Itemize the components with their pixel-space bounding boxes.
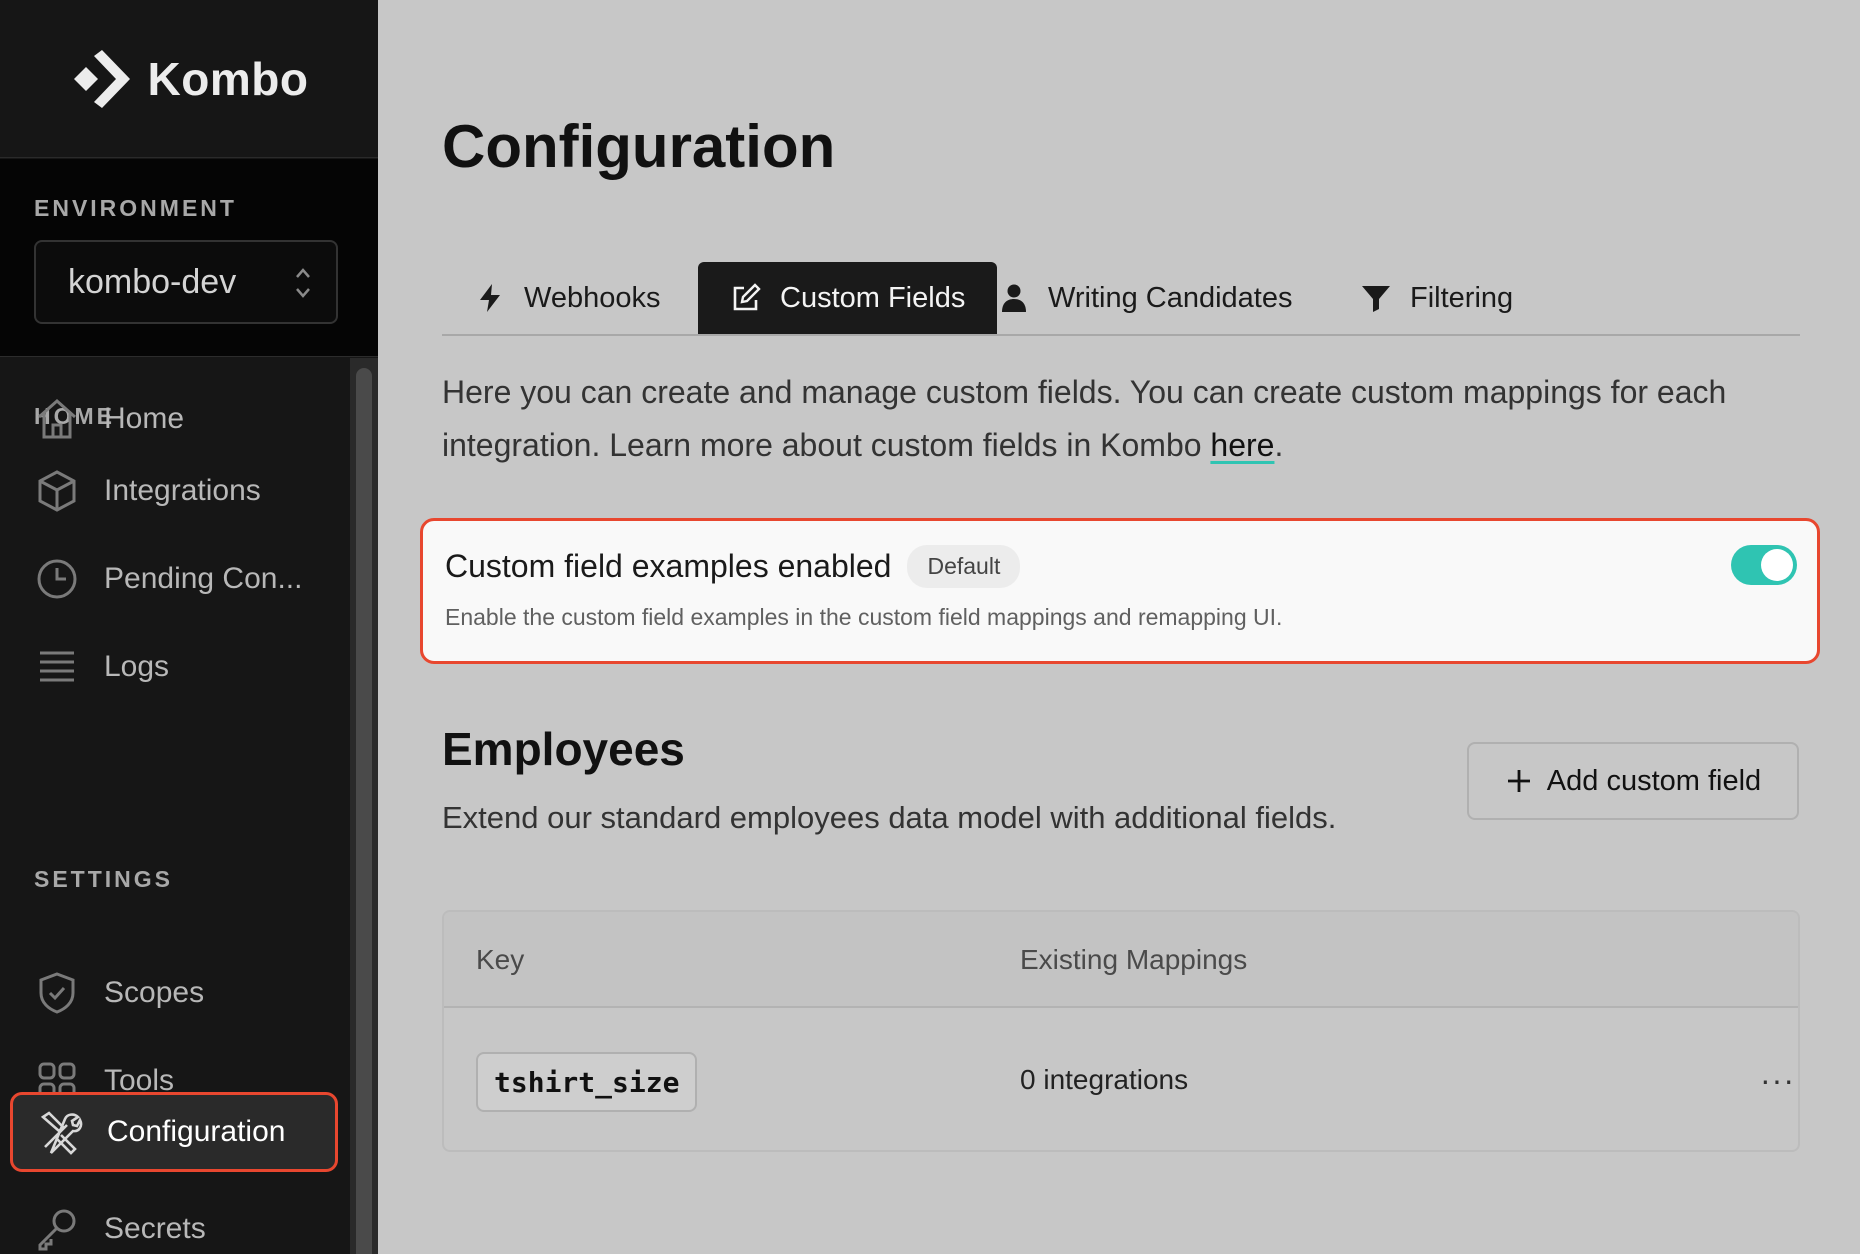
kombo-logo-icon <box>73 49 130 108</box>
intro-end: . <box>1274 427 1284 463</box>
column-header-key: Key <box>476 944 525 975</box>
tab-bar: Webhooks Custom Fields Writing Candidate… <box>442 262 1800 336</box>
environment-value: kombo-dev <box>68 262 237 301</box>
sidebar-item-logs[interactable]: Logs <box>34 636 334 698</box>
sidebar-item-label: Scopes <box>104 976 205 1009</box>
tab-label: Filtering <box>1410 281 1514 314</box>
main-content: Configuration Webhooks Custom Fields Wri… <box>378 0 1860 1254</box>
shield-check-icon <box>39 972 75 1014</box>
sidebar-item-label: Pending Con... <box>104 562 303 595</box>
setting-title-row: Custom field examples enabled Default <box>445 545 1021 588</box>
tab-webhooks[interactable]: Webhooks <box>442 262 693 334</box>
tab-label: Writing Candidates <box>1048 281 1293 314</box>
filter-icon <box>1362 286 1390 312</box>
list-icon <box>40 651 74 682</box>
sidebar-item-label: Home <box>104 402 185 435</box>
clock-icon <box>37 559 77 599</box>
home-icon <box>38 398 76 439</box>
sidebar-item-label: Configuration <box>107 1115 286 1148</box>
custom-fields-table: Key Existing Mappings tshirt_size 0 inte… <box>442 910 1800 1152</box>
wrench-screwdriver-icon <box>40 1111 83 1155</box>
edit-icon <box>733 283 761 311</box>
environment-section: ENVIRONMENT kombo-dev <box>0 159 378 357</box>
table-header: Key Existing Mappings <box>444 912 1798 1008</box>
brand-name: Kombo <box>147 52 309 105</box>
row-more-actions-button[interactable]: ··· <box>1760 1062 1795 1099</box>
sidebar-item-secrets[interactable]: Secrets <box>34 1198 334 1254</box>
sidebar-item-pending-connections[interactable]: Pending Con... <box>34 548 334 610</box>
plus-icon <box>1507 770 1530 792</box>
nav-header-settings: SETTINGS <box>34 866 174 892</box>
intro-text: Here you can create and manage custom fi… <box>442 366 1812 472</box>
tab-label: Webhooks <box>524 281 661 314</box>
environment-label: ENVIRONMENT <box>34 195 237 221</box>
tab-custom-fields[interactable]: Custom Fields <box>698 262 998 334</box>
add-custom-field-label: Add custom field <box>1546 764 1762 797</box>
tab-label: Custom Fields <box>780 281 966 314</box>
setting-description: Enable the custom field examples in the … <box>445 604 1283 630</box>
setting-title: Custom field examples enabled <box>445 548 892 584</box>
sidebar-item-home[interactable]: Home <box>34 388 334 450</box>
add-custom-field-button[interactable]: Add custom field <box>1467 742 1799 820</box>
employees-section-description: Extend our standard employees data model… <box>442 800 1337 835</box>
cube-icon <box>38 470 76 512</box>
sidebar-item-label: Integrations <box>104 474 261 507</box>
logo[interactable]: Kombo <box>0 0 378 158</box>
sidebar-item-label: Secrets <box>104 1212 206 1245</box>
default-badge: Default <box>907 545 1021 588</box>
employees-section-title: Employees <box>442 723 685 775</box>
sidebar-item-configuration[interactable]: Configuration <box>10 1092 338 1172</box>
chevron-up-down-icon <box>296 268 310 298</box>
custom-field-examples-toggle[interactable] <box>1731 545 1797 585</box>
custom-field-examples-setting: Custom field examples enabled Default En… <box>420 518 1820 664</box>
page-title: Configuration <box>442 113 836 180</box>
user-icon <box>1002 284 1026 312</box>
sidebar-nav: HOME Home Integrations Pending Con... Lo… <box>0 358 350 1254</box>
toggle-knob <box>1761 549 1793 581</box>
learn-more-link[interactable]: here <box>1210 427 1274 463</box>
tab-writing-candidates[interactable]: Writing Candidates <box>966 262 1324 334</box>
scrollbar-thumb[interactable] <box>356 368 372 1254</box>
tab-filtering[interactable]: Filtering <box>1328 262 1545 334</box>
key-icon <box>38 1209 76 1251</box>
environment-select[interactable]: kombo-dev <box>34 240 338 324</box>
sidebar-item-scopes[interactable]: Scopes <box>34 962 334 1024</box>
sidebar-scrollbar[interactable] <box>350 358 378 1254</box>
column-header-existing-mappings: Existing Mappings <box>1020 944 1248 975</box>
sidebar: Kombo ENVIRONMENT kombo-dev HOME Home In… <box>0 0 378 1254</box>
bolt-icon <box>480 284 500 312</box>
existing-mappings-count: 0 integrations <box>1020 1064 1189 1095</box>
sidebar-item-integrations[interactable]: Integrations <box>34 460 334 522</box>
custom-field-key: tshirt_size <box>476 1052 698 1112</box>
intro-body: Here you can create and manage custom fi… <box>442 374 1727 463</box>
sidebar-item-label: Logs <box>104 650 170 683</box>
